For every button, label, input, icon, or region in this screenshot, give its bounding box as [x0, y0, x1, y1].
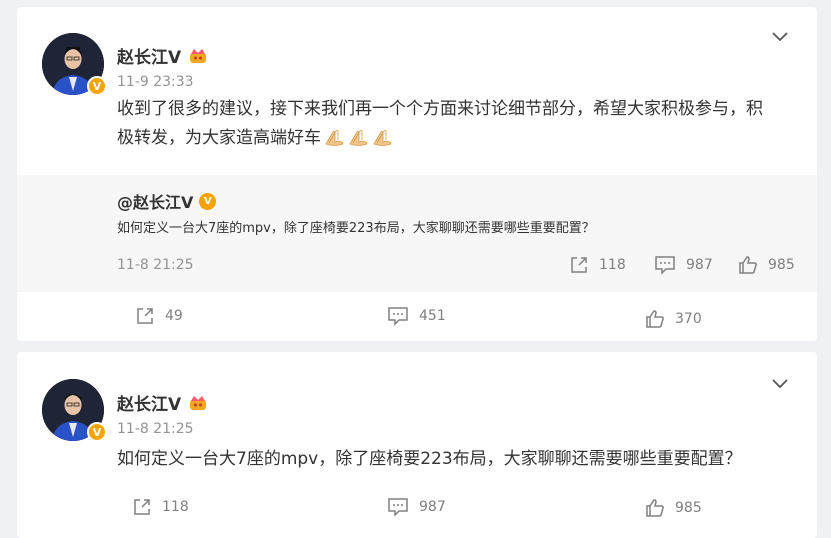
pray-hands-icon — [325, 129, 344, 146]
repost-share-button[interactable]: 118 — [569, 255, 626, 275]
feed-post: V 赵长江V 11-8 21:25 如何定义一台大7座的mpv，除了座椅要223… — [17, 352, 817, 538]
comment-button[interactable]: 451 — [387, 306, 446, 326]
post-content-line: 极转发，为大家造高端好车 — [117, 124, 795, 153]
comment-icon — [655, 256, 675, 275]
repost-author[interactable]: @赵长江V V — [117, 189, 217, 213]
share-icon — [134, 499, 150, 515]
comment-count: 987 — [419, 499, 446, 515]
pray-hands-icon — [349, 129, 368, 146]
thumbs-up-icon — [646, 310, 664, 328]
emoji-row — [323, 128, 393, 148]
reposted-content[interactable]: @赵长江V V 如何定义一台大7座的mpv，除了座椅要223布局，大家聊聊还需要… — [17, 175, 817, 292]
comment-icon — [388, 498, 408, 517]
post-content-text: 极转发，为大家造高端好车 — [117, 128, 321, 148]
crown-icon — [190, 395, 207, 410]
like-count: 985 — [675, 500, 702, 516]
post-content: 如何定义一台大7座的mpv，除了座椅要223布局，大家聊聊还需要哪些重要配置？ — [117, 449, 742, 469]
share-count: 118 — [599, 257, 626, 273]
like-count: 985 — [768, 257, 795, 273]
like-count: 370 — [675, 311, 702, 327]
author-name-text[interactable]: 赵长江V — [117, 43, 181, 68]
share-icon — [571, 257, 587, 273]
chevron-down-icon[interactable] — [771, 31, 789, 43]
comment-count: 987 — [686, 257, 713, 273]
feed-post: V 赵长江V 11-9 23:33 收到了很多的建议，接下来我们再一个个方面来讨… — [17, 7, 817, 341]
repost-comment-button[interactable]: 987 — [654, 255, 713, 275]
post-time[interactable]: 11-9 23:33 — [117, 74, 194, 90]
share-button[interactable]: 118 — [132, 497, 189, 517]
thumbs-up-icon — [739, 256, 757, 274]
crown-icon — [190, 48, 207, 63]
like-button[interactable]: 370 — [645, 309, 702, 329]
post-time[interactable]: 11-8 21:25 — [117, 421, 194, 437]
post-content: 收到了很多的建议，接下来我们再一个个方面来讨论细节部分，希望大家积极参与，积 极… — [117, 95, 795, 153]
share-icon — [137, 308, 153, 324]
share-button[interactable]: 49 — [135, 306, 183, 326]
thumbs-up-icon — [646, 499, 664, 517]
like-button[interactable]: 985 — [645, 498, 702, 518]
post-content-line: 收到了很多的建议，接下来我们再一个个方面来讨论细节部分，希望大家积极参与，积 — [117, 99, 763, 119]
verified-badge-icon: V — [199, 192, 217, 210]
chevron-down-icon[interactable] — [771, 378, 789, 390]
pray-hands-icon — [373, 129, 392, 146]
share-count: 118 — [162, 499, 189, 515]
repost-text: 如何定义一台大7座的mpv，除了座椅要223布局，大家聊聊还需要哪些重要配置？ — [117, 221, 595, 236]
verified-badge-icon: V — [87, 76, 107, 96]
repost-author-text[interactable]: @赵长江V — [117, 189, 193, 213]
verified-badge-icon: V — [87, 422, 107, 442]
repost-like-button[interactable]: 985 — [738, 255, 795, 275]
share-count: 49 — [165, 308, 183, 324]
author-name[interactable]: 赵长江V — [117, 43, 207, 68]
comment-icon — [388, 307, 408, 326]
author-name[interactable]: 赵长江V — [117, 390, 207, 415]
comment-count: 451 — [419, 308, 446, 324]
repost-time[interactable]: 11-8 21:25 — [117, 257, 194, 273]
comment-button[interactable]: 987 — [387, 497, 446, 517]
author-name-text[interactable]: 赵长江V — [117, 390, 181, 415]
